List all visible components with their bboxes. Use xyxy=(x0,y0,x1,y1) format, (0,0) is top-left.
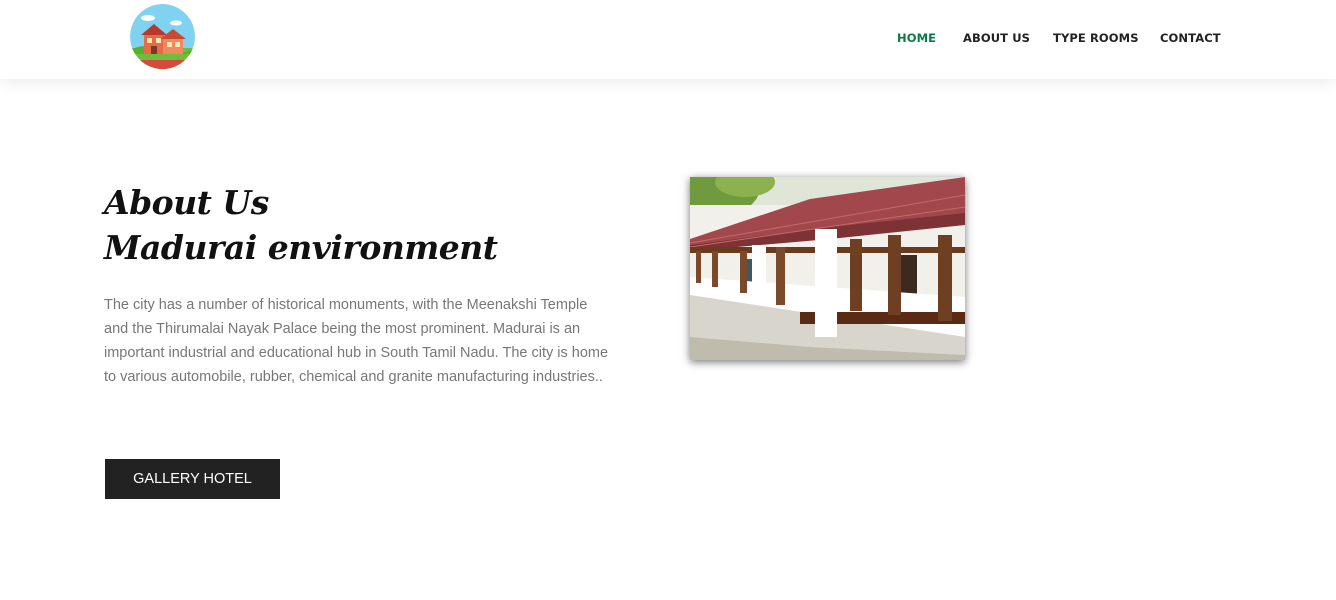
about-title-line1: About Us xyxy=(104,183,269,222)
site-header: HOME ABOUT US TYPE ROOMS CONTACT xyxy=(0,0,1336,79)
nav-about-us-link[interactable]: ABOUT US xyxy=(963,31,1030,45)
about-description: The city has a number of historical monu… xyxy=(104,297,609,385)
heritage-veranda-photo xyxy=(690,177,965,360)
nav-type-rooms-link[interactable]: TYPE ROOMS xyxy=(1053,31,1139,45)
about-title: About Us Madurai environment xyxy=(104,180,624,270)
nav-home-link[interactable]: HOME xyxy=(897,31,936,45)
about-title-line2: Madurai environment xyxy=(104,228,498,267)
nav-contact-link[interactable]: CONTACT xyxy=(1160,31,1221,45)
gallery-hotel-button[interactable]: GALLERY HOTEL xyxy=(105,459,280,499)
main-nav: HOME ABOUT US TYPE ROOMS CONTACT xyxy=(0,31,1336,47)
